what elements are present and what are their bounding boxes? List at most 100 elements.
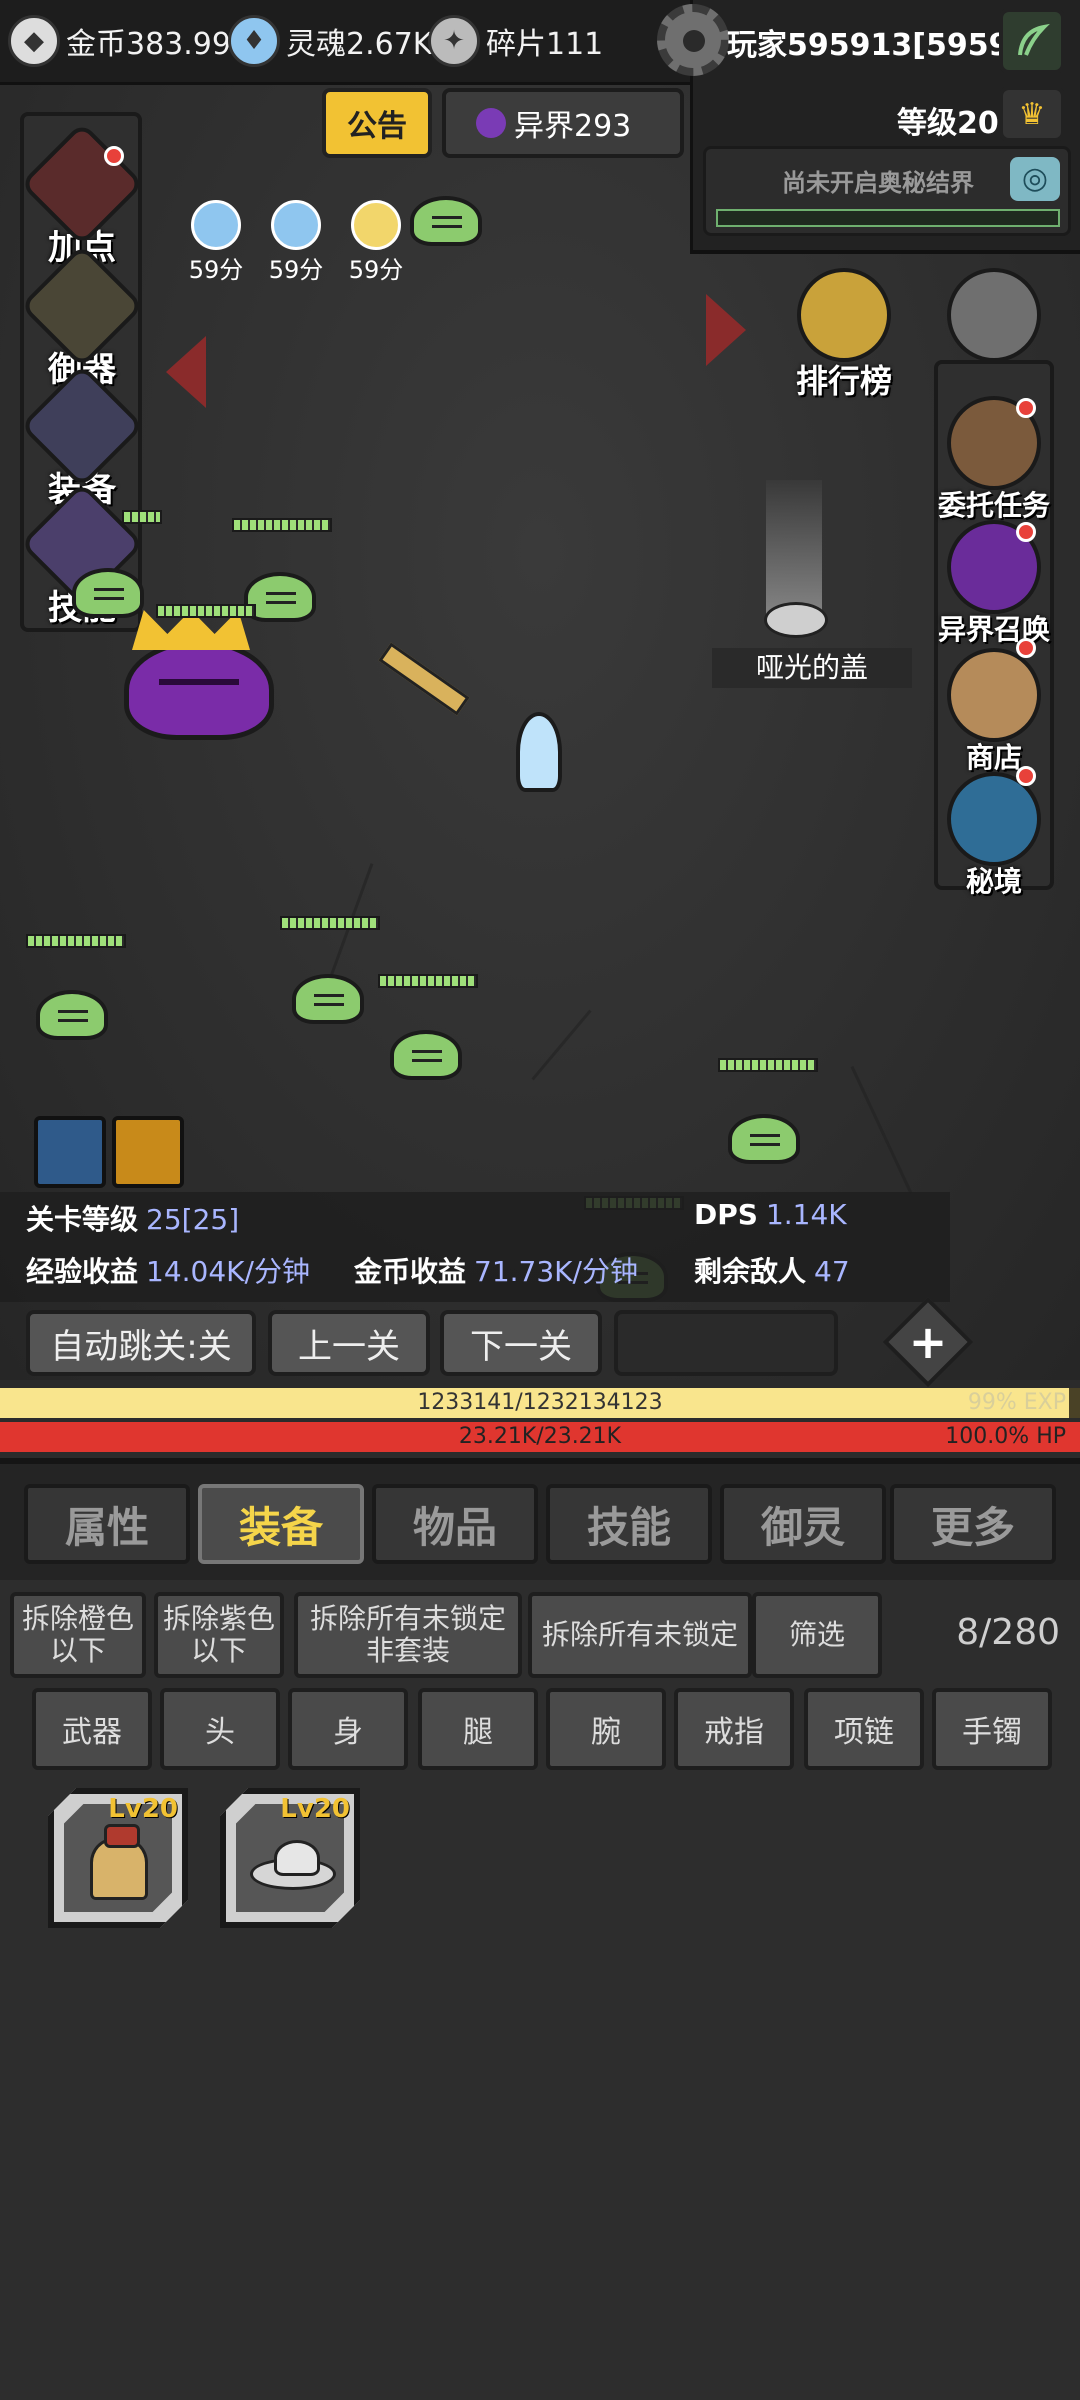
otherworld-button[interactable]: 异界293: [442, 88, 684, 158]
realm-progress: [716, 209, 1060, 227]
gear-icon[interactable]: [657, 4, 729, 76]
slash-skill-icon[interactable]: [112, 1116, 184, 1188]
notification-dot: [1016, 638, 1036, 658]
enemy-hp-bar: [718, 1058, 818, 1072]
filter-button[interactable]: 筛选: [752, 1592, 882, 1678]
tab-more[interactable]: 更多: [890, 1484, 1056, 1564]
slime-enemy: [292, 974, 364, 1024]
inventory-item[interactable]: Lv20: [48, 1788, 188, 1928]
exp-buff-icon: [191, 200, 241, 250]
slime-enemy: [390, 1030, 462, 1080]
hat-loot-icon[interactable]: [764, 602, 828, 638]
shop-bag-icon: [947, 648, 1041, 742]
auto-skip-toggle[interactable]: 自动跳关:关: [26, 1310, 256, 1376]
loot-beam: [766, 480, 822, 620]
lightning-skill-icon[interactable]: [34, 1116, 106, 1188]
slime-enemy: [72, 568, 144, 618]
soul-resource: ♦ 灵魂2.67K: [228, 14, 432, 68]
gold-amount: 金币383.99K: [66, 27, 251, 62]
slime-enemy: [36, 990, 108, 1040]
stage-level: 关卡等级 25[25]: [26, 1203, 240, 1236]
gold-resource: ◆ 金币383.99K: [8, 14, 251, 68]
slot-wrist[interactable]: 腕: [546, 1688, 666, 1770]
menu-label: 异界召唤: [937, 613, 1050, 646]
inventory-item[interactable]: Lv20: [220, 1788, 360, 1928]
slime-enemy: [728, 1114, 800, 1164]
remove-orange-button[interactable]: 拆除橙色以下: [10, 1592, 146, 1678]
enemy-hp-bar: [378, 974, 478, 988]
empty-slot-button[interactable]: [614, 1310, 838, 1376]
buff-time: 59分: [268, 256, 324, 284]
slime-enemy: [410, 196, 482, 246]
boss-eyes: [159, 679, 239, 699]
buff-time: 59分: [348, 256, 404, 284]
fragment-amount: 碎片111: [486, 27, 604, 62]
resource-bar: ◆ 金币383.99K ♦ 灵魂2.67K ✦ 碎片111: [0, 0, 690, 85]
item-level: Lv20: [280, 1794, 350, 1824]
arrow-left-icon[interactable]: [166, 336, 206, 408]
menu-label: 秘境: [965, 865, 1022, 898]
hp-percent: 100.0% HP: [945, 1424, 1066, 1449]
remove-unlocked-button[interactable]: 拆除所有未锁定: [528, 1592, 752, 1678]
prev-stage-button[interactable]: 上一关: [268, 1310, 430, 1376]
enemy-hp-bar: [122, 510, 162, 524]
buff-timer: 59分: [336, 200, 416, 285]
remove-unlocked-nonset-button[interactable]: 拆除所有未锁定非套装: [294, 1592, 522, 1678]
buff-time: 59分: [188, 256, 244, 284]
exp-text: 1233141/1232134123: [417, 1390, 663, 1415]
ranking-button[interactable]: 排行榜: [774, 268, 914, 402]
tab-attributes[interactable]: 属性: [24, 1484, 190, 1564]
notification-dot: [104, 146, 124, 166]
buff-timer: 59分: [256, 200, 336, 285]
exp-income: 经验收益 14.04K/分钟: [26, 1255, 310, 1288]
realm-box[interactable]: 尚未开启奥秘结界 ◎: [703, 146, 1071, 236]
gold-buff-icon: [351, 200, 401, 250]
menu-commission[interactable]: 委托任务: [924, 396, 1064, 524]
slot-ring[interactable]: 戒指: [674, 1688, 794, 1770]
coin-icon: ◆: [8, 15, 60, 67]
slot-head[interactable]: 头: [160, 1688, 280, 1770]
soul-icon: ♦: [228, 15, 280, 67]
crown-icon[interactable]: ♛: [999, 86, 1065, 142]
player-panel: 玩家595913[595913] 等级20 ♛ 尚未开启奥秘结界 ◎: [657, 0, 1080, 254]
slot-body[interactable]: 身: [288, 1688, 408, 1770]
tab-spirits[interactable]: 御灵: [720, 1484, 886, 1564]
slot-legs[interactable]: 腿: [418, 1688, 538, 1770]
tab-items[interactable]: 物品: [372, 1484, 538, 1564]
buff-timer: 59分: [176, 200, 256, 285]
announcement-button[interactable]: 公告: [322, 88, 432, 158]
portal-icon: [476, 108, 506, 138]
hero-character: [516, 712, 562, 792]
plus-icon: +: [908, 1315, 948, 1369]
enemy-hp-bar: [280, 916, 380, 930]
slot-bracelet[interactable]: 手镯: [932, 1688, 1052, 1770]
tab-equipment[interactable]: 装备: [198, 1484, 364, 1564]
boss-hp-bar: [156, 604, 256, 618]
fragment-icon: ✦: [428, 15, 480, 67]
menu-secret-realm[interactable]: 秘境: [924, 772, 1064, 900]
menu-shop[interactable]: 商店: [924, 648, 1064, 776]
exp-bar: 1233141/1232134123 99% EXP: [0, 1388, 1080, 1418]
bottom-tab-bar: 属性 装备 物品 技能 御灵 更多: [0, 1458, 1080, 1584]
slot-weapon[interactable]: 武器: [32, 1688, 152, 1770]
dps-stat: DPS 1.14K: [694, 1198, 847, 1231]
slot-necklace[interactable]: 项链: [804, 1688, 924, 1770]
loot-label[interactable]: 哑光的盖: [712, 648, 912, 688]
hp-bar: 23.21K/23.21K 100.0% HP: [0, 1422, 1080, 1452]
enemy-hp-bar: [232, 518, 332, 532]
capacity-count: 8/280: [956, 1612, 1060, 1653]
arrow-right-icon[interactable]: [706, 294, 746, 366]
settings-gear-icon: [947, 268, 1041, 362]
class-leaf-icon[interactable]: [999, 8, 1065, 74]
notification-dot: [1016, 522, 1036, 542]
menu-summon[interactable]: 异界召唤: [924, 520, 1064, 648]
tab-skills[interactable]: 技能: [546, 1484, 712, 1564]
fragment-resource: ✦ 碎片111: [428, 14, 603, 68]
soul-amount: 灵魂2.67K: [286, 27, 433, 62]
trophy-icon: [797, 268, 891, 362]
enemy-hp-bar: [26, 934, 126, 948]
remove-purple-button[interactable]: 拆除紫色以下: [154, 1592, 284, 1678]
gold-income: 金币收益 71.73K/分钟: [354, 1255, 638, 1288]
next-stage-button[interactable]: 下一关: [440, 1310, 602, 1376]
slime-king-boss: [124, 640, 274, 740]
